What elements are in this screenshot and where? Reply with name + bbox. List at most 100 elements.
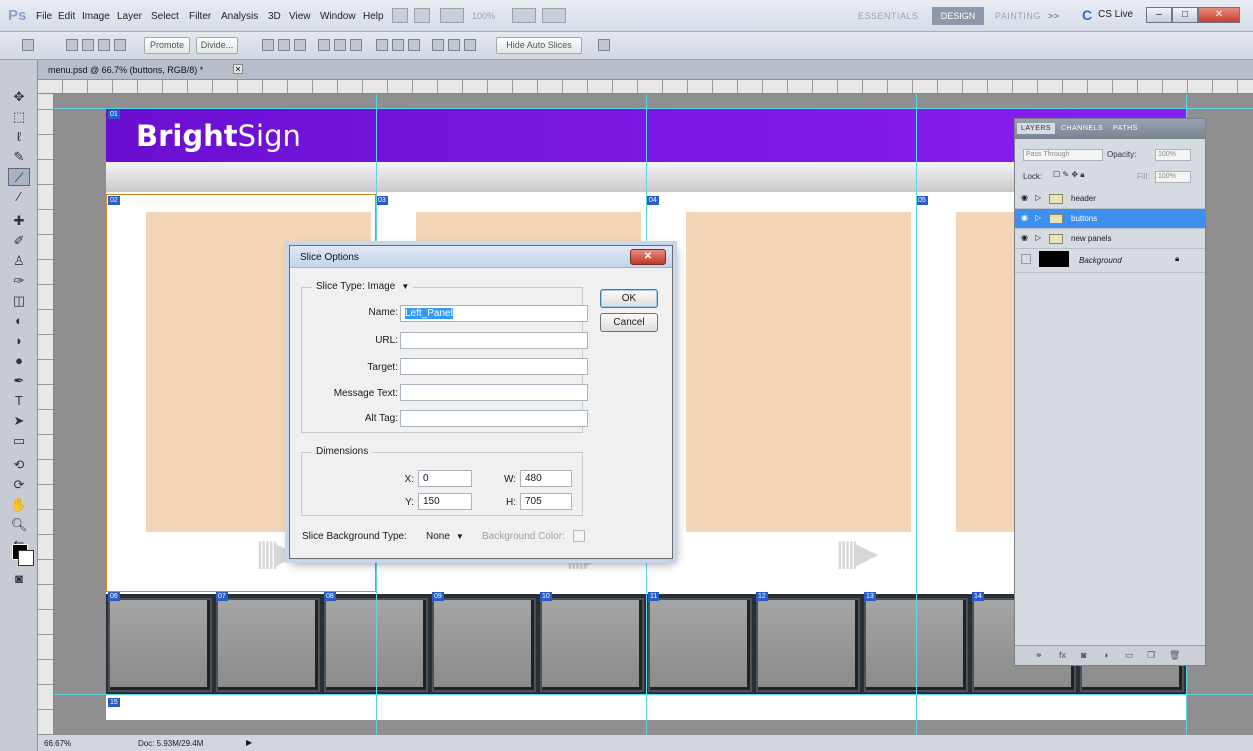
menu-select[interactable]: Select (151, 11, 179, 22)
3d-orbit-tool-icon[interactable]: ⟳ (8, 476, 30, 494)
expand-arrow-icon[interactable]: ▷ (1035, 194, 1045, 202)
alt-tag-field[interactable] (400, 410, 588, 427)
arrange-backward-icon[interactable] (98, 39, 110, 51)
layer-background[interactable]: Background 🔒︎ (1015, 249, 1205, 273)
marquee-tool-icon[interactable]: ⬚ (8, 108, 30, 126)
document-size-info[interactable]: Doc: 5.93M/29.4M (138, 739, 203, 748)
x-field[interactable]: 0 (418, 470, 472, 487)
slice-options-icon[interactable] (598, 39, 610, 51)
cslive-button[interactable]: CS Live (1098, 9, 1133, 20)
quick-mask-icon[interactable]: ◙ (8, 570, 30, 588)
y-field[interactable]: 150 (418, 493, 472, 510)
bridge-icon[interactable] (392, 8, 408, 23)
workspace-essentials[interactable]: ESSENTIALS (858, 11, 919, 21)
document-tab[interactable]: menu.psd @ 66.7% (buttons, RGB/8) * (48, 65, 203, 75)
menu-layer[interactable]: Layer (117, 11, 142, 22)
name-field[interactable]: Left_Panel (400, 305, 588, 322)
distribute-top-icon[interactable] (376, 39, 388, 51)
slice-select-tool-icon[interactable] (22, 39, 34, 51)
guide-line[interactable] (916, 94, 917, 734)
menu-file[interactable]: File (36, 11, 52, 22)
add-mask-icon[interactable]: ◙ (1081, 650, 1086, 660)
history-brush-tool-icon[interactable]: ✑ (8, 272, 30, 290)
slice-label[interactable]: 11 (648, 592, 660, 601)
slice-label[interactable]: 09 (432, 592, 444, 601)
target-field[interactable] (400, 358, 588, 375)
menu-view[interactable]: View (289, 11, 311, 22)
arrange-back-icon[interactable] (114, 39, 126, 51)
new-group-icon[interactable]: ▭ (1125, 650, 1134, 661)
slice-type-select[interactable]: Image ▼ (368, 281, 410, 292)
zoom-tool-icon[interactable]: 🔍︎ (8, 516, 30, 534)
expand-arrow-icon[interactable]: ▷ (1035, 234, 1045, 242)
bg-type-select[interactable]: None ▼ (426, 531, 464, 542)
vertical-ruler[interactable] (38, 94, 54, 734)
distribute-right-icon[interactable] (464, 39, 476, 51)
extras-icon[interactable] (440, 8, 464, 23)
visibility-eye-icon[interactable]: ◉ (1021, 214, 1031, 222)
slice-label[interactable]: 04 (647, 196, 659, 205)
path-selection-tool-icon[interactable]: ➤ (8, 412, 30, 430)
menu-analysis[interactable]: Analysis (221, 11, 258, 22)
hand-tool-icon[interactable]: ✋ (8, 496, 30, 514)
align-left-icon[interactable] (318, 39, 330, 51)
quick-selection-tool-icon[interactable]: ✎ (8, 148, 30, 166)
layer-buttons[interactable]: ◉ ▷ buttons (1015, 209, 1205, 229)
w-field[interactable]: 480 (520, 470, 572, 487)
align-right-icon[interactable] (350, 39, 362, 51)
maximize-button[interactable]: □ (1172, 7, 1198, 23)
hide-auto-slices-button[interactable]: Hide Auto Slices (496, 37, 582, 54)
3d-rotate-tool-icon[interactable]: ⟲ (8, 456, 30, 474)
slice-label[interactable]: 01 (108, 110, 120, 119)
fill-field[interactable]: 100% (1155, 171, 1191, 183)
workspace-more[interactable]: >> (1048, 11, 1060, 21)
align-top-icon[interactable] (262, 39, 274, 51)
ok-button[interactable]: OK (600, 289, 658, 308)
link-layers-icon[interactable]: ⚭ (1035, 650, 1043, 661)
lasso-tool-icon[interactable]: ℓ (8, 128, 30, 146)
layer-header[interactable]: ◉ ▷ header (1015, 189, 1205, 209)
close-tab-icon[interactable]: ✕ (233, 64, 243, 74)
slice-label[interactable]: 13 (864, 592, 876, 601)
distribute-hcenter-icon[interactable] (448, 39, 460, 51)
healing-brush-tool-icon[interactable]: ✚ (8, 212, 30, 230)
minimize-button[interactable]: – (1146, 7, 1172, 23)
distribute-left-icon[interactable] (432, 39, 444, 51)
arrange-documents-icon[interactable] (512, 8, 536, 23)
clone-stamp-tool-icon[interactable]: ♙ (8, 252, 30, 270)
workspace-design[interactable]: DESIGN (932, 7, 984, 25)
pen-tool-icon[interactable]: ✒ (8, 372, 30, 390)
slice-label[interactable]: 07 (216, 592, 228, 601)
minibridge-icon[interactable] (414, 8, 430, 23)
dialog-title-bar[interactable]: Slice Options ✕ (290, 246, 672, 268)
slice-label[interactable]: 14 (972, 592, 984, 601)
new-layer-icon[interactable]: ❐ (1147, 650, 1155, 661)
adjustment-layer-icon[interactable]: ◑ (1103, 650, 1108, 660)
screen-mode-icon[interactable] (542, 8, 566, 23)
arrange-front-icon[interactable] (66, 39, 78, 51)
slice-label[interactable]: 15 (108, 698, 120, 707)
align-vcenter-icon[interactable] (278, 39, 290, 51)
slice-label[interactable]: 05 (916, 196, 928, 205)
slice-label[interactable]: 06 (108, 592, 120, 601)
dodge-tool-icon[interactable]: ● (8, 352, 30, 370)
blur-tool-icon[interactable]: ◗ (8, 332, 30, 350)
workspace-painting[interactable]: PAINTING (995, 11, 1041, 21)
slice-tool-icon[interactable]: ⟋ (8, 168, 30, 186)
close-button[interactable]: ✕ (1198, 7, 1240, 23)
paint-bucket-tool-icon[interactable]: ◐ (8, 312, 30, 330)
rectangle-tool-icon[interactable]: ▭ (8, 432, 30, 450)
type-tool-icon[interactable]: T (8, 392, 30, 410)
brush-tool-icon[interactable]: ✐ (8, 232, 30, 250)
zoom-level[interactable]: 100% (472, 11, 495, 21)
move-tool-icon[interactable]: ✥ (8, 88, 30, 106)
eyedropper-tool-icon[interactable]: ⁄ (8, 188, 30, 206)
opacity-field[interactable]: 100% (1155, 149, 1191, 161)
distribute-vcenter-icon[interactable] (392, 39, 404, 51)
dialog-close-button[interactable]: ✕ (630, 249, 666, 265)
menu-window[interactable]: Window (320, 11, 356, 22)
horizontal-ruler[interactable] (38, 80, 1253, 94)
distribute-bottom-icon[interactable] (408, 39, 420, 51)
slice-label[interactable]: 08 (324, 592, 336, 601)
lock-icons[interactable]: ☐ ✎ ✥ 🔒︎ (1053, 170, 1113, 180)
